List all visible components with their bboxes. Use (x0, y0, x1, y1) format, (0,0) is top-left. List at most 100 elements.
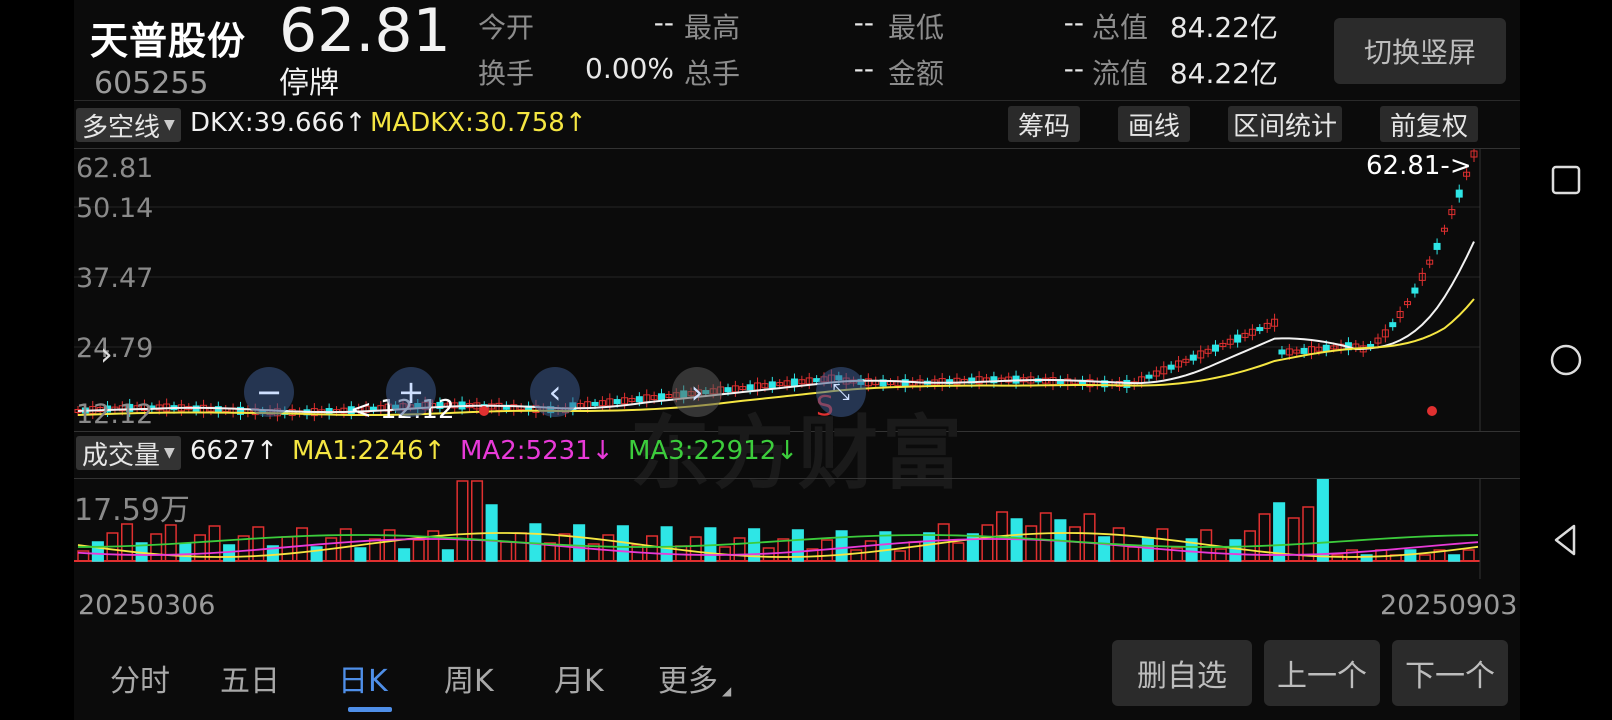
volume-value: 6627↑ (190, 436, 278, 466)
y-tick-label: 24.79 (76, 333, 154, 364)
volume-bar (952, 542, 965, 562)
candle-body (613, 399, 621, 405)
draw-line-button[interactable]: 画线 (1118, 106, 1190, 142)
tab-intraday[interactable]: 分时 (110, 656, 170, 700)
candle-body (635, 396, 643, 403)
volume-bar (689, 536, 702, 562)
volume-bar (514, 532, 527, 562)
y-tick-label: 37.47 (76, 263, 154, 294)
volume-bar (1068, 526, 1082, 562)
candle-body (1433, 242, 1441, 250)
volume-bar (835, 530, 848, 562)
madkx-value: MADKX:30.758↑ (370, 108, 587, 138)
dkx-value: DKX:39.666↑ (190, 108, 367, 138)
more-corner-icon: ◢ (722, 684, 732, 698)
candle-body (591, 401, 599, 406)
y-tick-label: 50.14 (76, 193, 154, 224)
candle-body (1455, 189, 1463, 198)
candle-body (1256, 327, 1264, 332)
quote-value-turnover: 0.00% (585, 52, 674, 85)
chips-button[interactable]: 筹码 (1008, 106, 1080, 142)
quote-value-low: -- (1063, 6, 1084, 39)
candle-body (1389, 322, 1397, 328)
remove-favorite-button[interactable]: 删自选 (1112, 640, 1252, 706)
scroll-left-icon[interactable]: ‹ (530, 367, 580, 417)
trading-status: 停牌 (279, 66, 339, 101)
end-date-label: 20250903 (1380, 590, 1518, 621)
forward-adjust-button[interactable]: 前复权 (1380, 106, 1478, 142)
quote-label-volume: 总手 (684, 57, 741, 90)
switch-portrait-button[interactable]: 切换竖屏 (1334, 18, 1506, 84)
volume-bar (500, 541, 513, 562)
volume-bar (150, 533, 163, 562)
volume-bar (339, 528, 352, 562)
volume-bar (660, 526, 673, 562)
volume-bar (281, 536, 294, 562)
volume-bar (441, 549, 454, 562)
volume-bar (398, 548, 411, 562)
volume-chart[interactable]: 17.59万 (74, 478, 1520, 579)
tab-monthly-k[interactable]: 月K (554, 656, 604, 700)
dropdown-arrow-icon: ▼ (164, 445, 175, 461)
start-date-label: 20250306 (78, 590, 216, 621)
tab-five-day[interactable]: 五日 (220, 656, 280, 700)
volume-bar (923, 532, 936, 562)
next-stock-button[interactable]: 下一个 (1392, 640, 1508, 706)
volume-bar (1098, 536, 1111, 562)
circle-icon[interactable] (1548, 342, 1584, 378)
volume-selector-label: 成交量 (82, 440, 161, 471)
range-stats-button[interactable]: 区间统计 (1228, 106, 1342, 142)
candle-body (746, 384, 754, 391)
last-price-label: 62.81-> (1366, 151, 1472, 181)
volume-bar (893, 550, 907, 562)
system-nav-bar (1520, 0, 1612, 720)
tab-more[interactable]: 更多 (658, 656, 718, 700)
volume-bar (1214, 548, 1227, 562)
quote-value-market-cap: 84.22亿 (1169, 11, 1278, 44)
volume-bar (1039, 512, 1052, 562)
quote-label-amount: 金额 (888, 57, 945, 90)
volume-selector[interactable]: 成交量 ▼ (76, 436, 181, 471)
quote-label-high: 最高 (684, 11, 741, 44)
volume-bar (1127, 546, 1140, 562)
zoom-out-icon[interactable]: − (244, 367, 294, 417)
back-triangle-icon[interactable] (1548, 522, 1584, 558)
fullscreen-icon[interactable]: ⤡ (816, 367, 866, 417)
indicator-selector-label: 多空线 (82, 112, 161, 143)
candle-body (1322, 344, 1330, 352)
volume-bar (573, 524, 586, 562)
candle-body (1167, 364, 1175, 370)
volume-max-label: 17.59万 (74, 493, 190, 528)
tab-weekly-k[interactable]: 周K (444, 656, 494, 700)
volume-bar (456, 480, 469, 562)
active-tab-indicator (348, 707, 392, 712)
volume-bar (1156, 528, 1169, 562)
volume-ma1: MA1:2246↑ (292, 436, 446, 466)
indicator-selector[interactable]: 多空线 ▼ (76, 108, 181, 143)
candle-body (1278, 349, 1286, 355)
volume-bar (850, 549, 863, 562)
quote-label-market-cap: 总值 (1092, 11, 1149, 44)
expand-arrow-icon[interactable]: › (100, 335, 113, 373)
quote-value-amount: -- (1063, 52, 1084, 85)
tab-daily-k[interactable]: 日K (338, 656, 388, 700)
volume-ma2: MA2:5231↓ (460, 436, 614, 466)
volume-bar (354, 547, 367, 562)
dropdown-arrow-icon: ▼ (164, 117, 175, 133)
zoom-in-icon[interactable]: + (386, 367, 436, 417)
kline-chart[interactable]: 东方财富 62.81 50.14 37.47 24.79 12.12 62.81… (74, 148, 1520, 500)
candle-body (1234, 334, 1242, 343)
scroll-right-icon[interactable]: › (672, 367, 722, 417)
volume-bar (733, 537, 746, 562)
candle-body (768, 381, 776, 389)
quote-label-float-cap: 流值 (1092, 57, 1149, 90)
candle-body (724, 387, 732, 393)
stock-app: 天普股份 605255 62.81 停牌 今开 -- 最高 -- 最低 -- 总… (74, 0, 1520, 720)
volume-bar (310, 546, 323, 562)
previous-stock-button[interactable]: 上一个 (1264, 640, 1380, 706)
signal-dot (479, 406, 489, 416)
volume-bar (981, 524, 994, 562)
square-icon[interactable] (1548, 162, 1584, 198)
volume-bar (1448, 554, 1461, 562)
volume-bar (471, 480, 484, 562)
